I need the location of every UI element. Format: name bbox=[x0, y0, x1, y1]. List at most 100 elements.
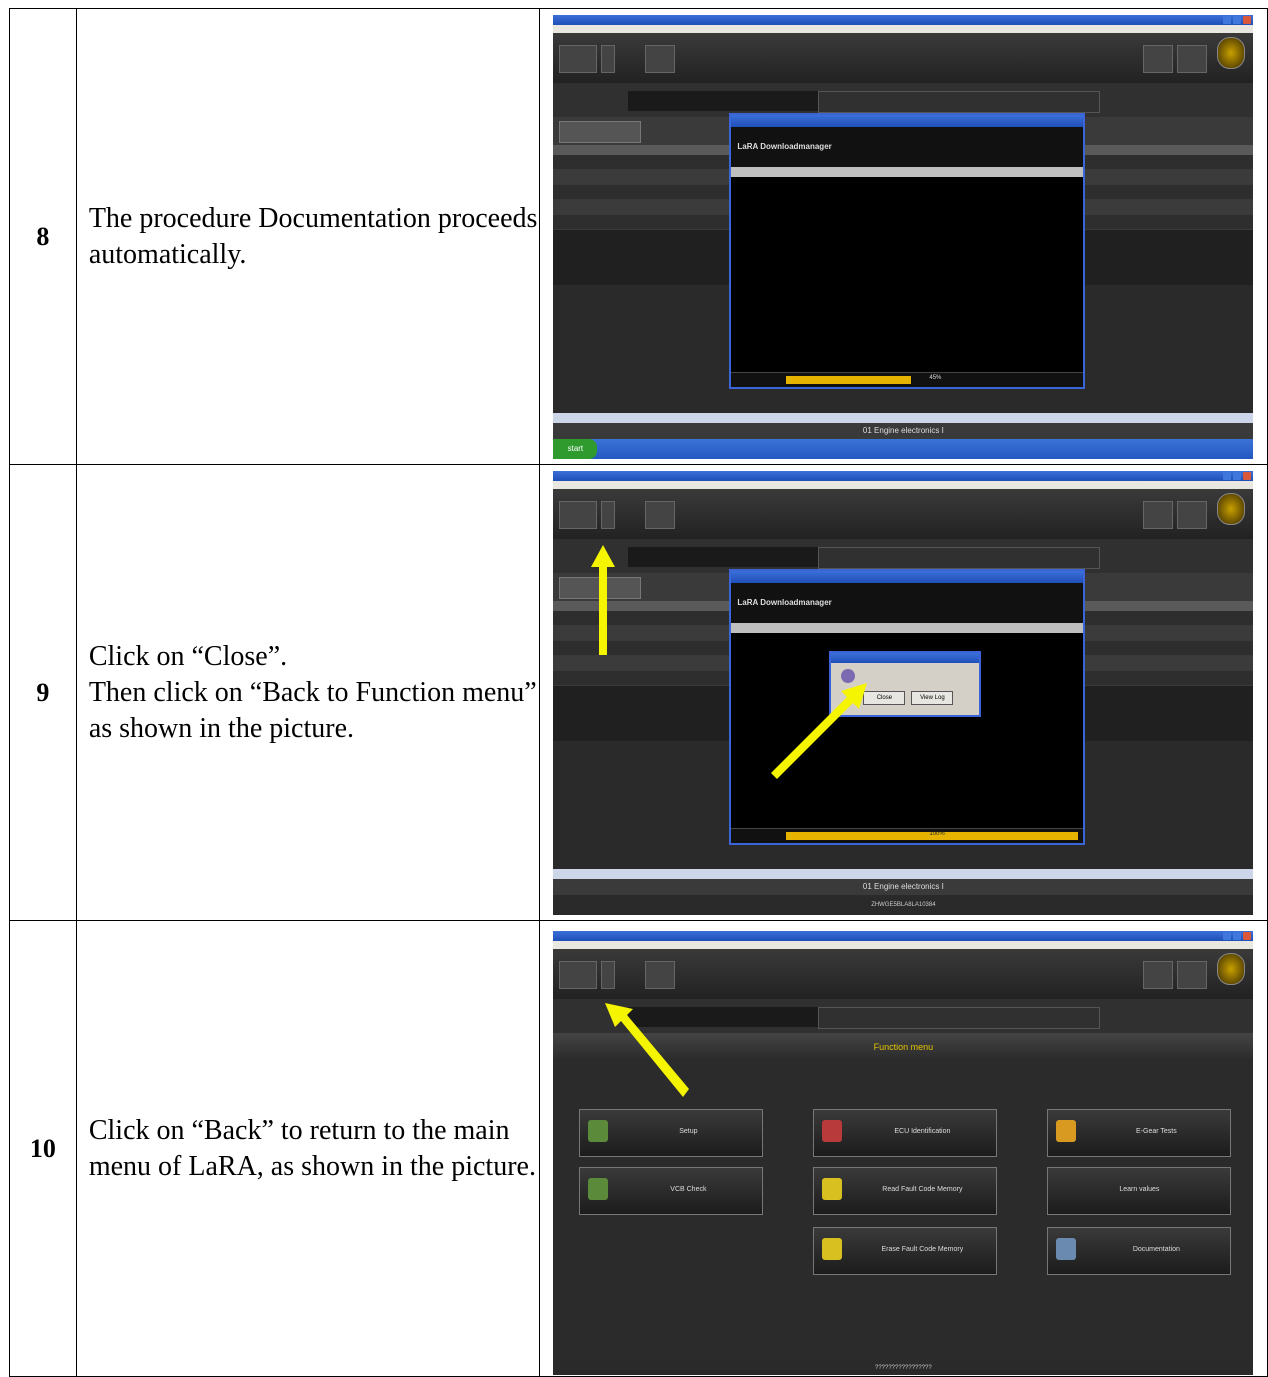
window-controls bbox=[1223, 931, 1252, 940]
vehicle-info-bar bbox=[553, 82, 1254, 117]
vehicle-icon[interactable] bbox=[559, 500, 598, 529]
status-bar: ZHWGE5BLA8LA10384 bbox=[553, 894, 1254, 915]
minimize-icon[interactable] bbox=[1223, 931, 1232, 940]
step-description: Click on “Close”. Then click on “Back to… bbox=[75, 464, 540, 921]
settings-icon[interactable] bbox=[1143, 960, 1174, 989]
settings-icon[interactable] bbox=[1143, 44, 1174, 73]
button-label: Learn values bbox=[1119, 1185, 1160, 1193]
button-label: VCB Check bbox=[670, 1185, 707, 1193]
step-description: Click on “Back” to return to the main me… bbox=[75, 920, 540, 1377]
step-row-9: 9 Click on “Close”. Then click on “Back … bbox=[9, 464, 1268, 921]
window-controls bbox=[1223, 15, 1252, 24]
back-icon[interactable] bbox=[601, 960, 616, 989]
bottom-bar: 01 Engine electronics I bbox=[553, 422, 1254, 439]
close-icon[interactable] bbox=[1243, 15, 1252, 24]
status-bar: ????????????????? bbox=[553, 1360, 1254, 1375]
lamborghini-logo bbox=[1217, 492, 1246, 525]
step-line-2: Then click on “Back to Function menu” as… bbox=[88, 676, 537, 744]
view-log-button[interactable]: View Log bbox=[911, 690, 954, 705]
vehicle-box bbox=[628, 90, 819, 111]
step-line-1: Click on “Close”. bbox=[88, 640, 288, 672]
erase-icon bbox=[822, 1237, 843, 1260]
log-tabs[interactable] bbox=[731, 622, 1084, 633]
ecu-identification-button[interactable]: ECU Identification bbox=[813, 1108, 998, 1157]
window-controls bbox=[1223, 471, 1252, 480]
back-icon[interactable] bbox=[601, 500, 616, 529]
status-vin: ZHWGE5BLA8LA10384 bbox=[871, 901, 936, 908]
horizontal-scrollbar[interactable] bbox=[553, 868, 1254, 879]
maximize-icon[interactable] bbox=[1233, 471, 1242, 480]
window-titlebar bbox=[553, 470, 1254, 481]
vehicle-icon[interactable] bbox=[559, 960, 598, 989]
settings-icon[interactable] bbox=[1143, 500, 1174, 529]
log-text bbox=[731, 177, 1083, 183]
vehicle-box-2 bbox=[818, 90, 1101, 113]
step-row-8: 8 The procedure Documentation proceeds a… bbox=[9, 8, 1268, 465]
toolbar bbox=[553, 488, 1254, 539]
button-label: Setup bbox=[679, 1127, 698, 1135]
lara-screenshot-function-menu: Function menu Setup ECU Identification E… bbox=[553, 930, 1254, 1375]
minimize-icon[interactable] bbox=[1223, 15, 1232, 24]
gear-icon bbox=[1056, 1119, 1077, 1142]
back-icon[interactable] bbox=[601, 44, 616, 73]
button-label: ECU Identification bbox=[894, 1127, 951, 1135]
back-to-function-menu-button[interactable] bbox=[559, 120, 642, 143]
window-titlebar bbox=[553, 930, 1254, 941]
setup-button[interactable]: Setup bbox=[579, 1108, 764, 1157]
documentation-button[interactable]: Documentation bbox=[1047, 1226, 1232, 1275]
learn-values-button[interactable]: Learn values bbox=[1047, 1166, 1232, 1215]
help-icon[interactable] bbox=[1177, 500, 1208, 529]
dialog-titlebar bbox=[731, 570, 1084, 583]
menu-bar bbox=[553, 24, 1254, 33]
horizontal-scrollbar[interactable] bbox=[553, 412, 1254, 423]
window-titlebar bbox=[553, 14, 1254, 25]
ecu-icon bbox=[822, 1119, 843, 1142]
e-gear-tests-button[interactable]: E-Gear Tests bbox=[1047, 1108, 1232, 1157]
lara-screenshot-documentation: LaRA Downloadmanager 45% 01 Engine elect… bbox=[553, 14, 1254, 459]
close-icon[interactable] bbox=[1243, 931, 1252, 940]
vehicle-icon[interactable] bbox=[559, 44, 598, 73]
upload-progress: 45% bbox=[731, 371, 1084, 387]
arrow-to-back-icon bbox=[605, 1002, 690, 1097]
minimize-icon[interactable] bbox=[1223, 471, 1232, 480]
setup-icon bbox=[588, 1119, 609, 1142]
check-icon bbox=[588, 1177, 609, 1200]
update-icon[interactable] bbox=[645, 44, 676, 73]
read-fault-code-button[interactable]: Read Fault Code Memory bbox=[813, 1166, 998, 1215]
maximize-icon[interactable] bbox=[1233, 931, 1242, 940]
erase-fault-code-button[interactable]: Erase Fault Code Memory bbox=[813, 1226, 998, 1275]
document-icon bbox=[1056, 1237, 1077, 1260]
dialog-titlebar bbox=[731, 114, 1084, 127]
update-icon[interactable] bbox=[645, 960, 676, 989]
progress-percent: 100% bbox=[929, 830, 945, 837]
maximize-icon[interactable] bbox=[1233, 15, 1242, 24]
arrow-to-close-icon bbox=[771, 682, 868, 779]
progress-percent: 45% bbox=[929, 374, 942, 381]
vcb-check-button[interactable]: VCB Check bbox=[579, 1166, 764, 1215]
dialog-heading: LaRA Downloadmanager bbox=[731, 126, 1084, 167]
bottom-bar: 01 Engine electronics I bbox=[553, 878, 1254, 895]
step-number: 9 bbox=[9, 464, 77, 921]
vehicle-info-bar bbox=[553, 538, 1254, 573]
read-icon bbox=[822, 1177, 843, 1200]
vehicle-box-2 bbox=[818, 546, 1101, 569]
help-icon[interactable] bbox=[1177, 44, 1208, 73]
button-label: Read Fault Code Memory bbox=[882, 1185, 963, 1193]
menu-bar bbox=[553, 940, 1254, 949]
update-icon[interactable] bbox=[645, 500, 676, 529]
start-button[interactable]: start bbox=[553, 438, 598, 459]
close-icon[interactable] bbox=[1243, 471, 1252, 480]
toolbar bbox=[553, 32, 1254, 83]
step-number: 10 bbox=[9, 920, 77, 1377]
lara-screenshot-close: LaRA Downloadmanager 100% Close View Log bbox=[553, 470, 1254, 915]
screenshot-cell: LaRA Downloadmanager 45% 01 Engine elect… bbox=[538, 8, 1268, 465]
screenshot-cell: Function menu Setup ECU Identification E… bbox=[538, 920, 1268, 1377]
log-tab[interactable] bbox=[731, 166, 1084, 177]
dialog-heading: LaRA Downloadmanager bbox=[731, 582, 1084, 623]
vehicle-box bbox=[628, 546, 819, 567]
help-icon[interactable] bbox=[1177, 960, 1208, 989]
button-label: Documentation bbox=[1132, 1245, 1180, 1253]
button-label: E-Gear Tests bbox=[1136, 1127, 1177, 1135]
menu-bar bbox=[553, 480, 1254, 489]
step-number: 8 bbox=[9, 8, 77, 465]
